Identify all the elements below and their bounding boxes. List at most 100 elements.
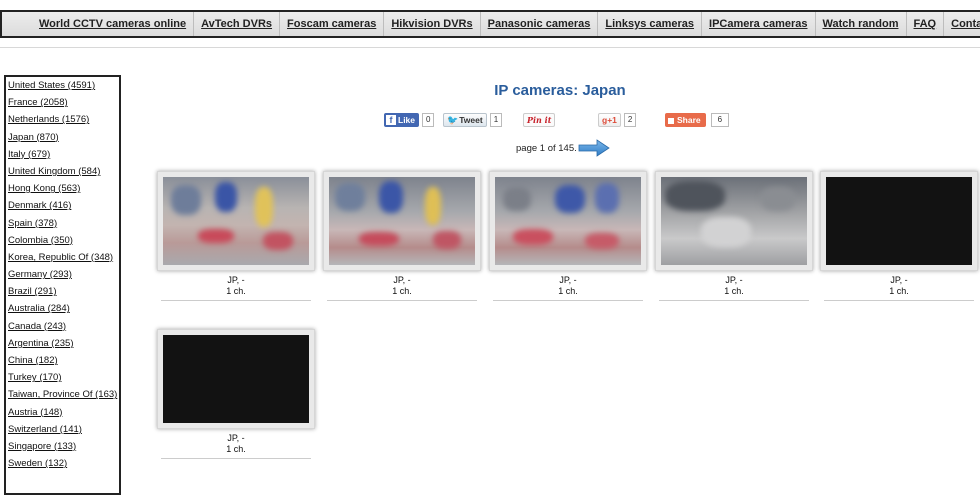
next-page-arrow-icon[interactable]	[578, 139, 610, 157]
camera-channels: 1 ch.	[226, 286, 246, 296]
caption-divider	[161, 300, 311, 301]
facebook-icon: f	[386, 115, 396, 125]
camera-thumbnail-frame[interactable]	[157, 171, 315, 271]
nav-linksys[interactable]: Linksys cameras	[598, 12, 703, 36]
country-link[interactable]: Australia (284)	[6, 300, 119, 317]
camera-thumbnail-frame[interactable]	[655, 171, 813, 271]
camera-tile[interactable]: JP, - 1 ch.	[489, 171, 647, 301]
country-link[interactable]: United States (4591)	[6, 77, 119, 94]
country-link[interactable]: Spain (378)	[6, 215, 119, 232]
camera-channels: 1 ch.	[392, 286, 412, 296]
camera-tile[interactable]: JP, - 1 ch.	[323, 171, 481, 301]
country-link[interactable]: Sweden (132)	[6, 455, 119, 472]
country-link[interactable]: Colombia (350)	[6, 232, 119, 249]
camera-thumbnail[interactable]	[826, 177, 972, 265]
twitter-icon: 🐦	[447, 115, 459, 125]
nav-hikvision[interactable]: Hikvision DVRs	[384, 12, 481, 36]
nav-faq[interactable]: FAQ	[907, 12, 945, 36]
camera-thumbnail[interactable]	[163, 177, 309, 265]
camera-caption: JP, - 1 ch.	[489, 275, 647, 297]
country-sidebar: United States (4591) France (2058) Nethe…	[4, 75, 121, 495]
camera-thumbnail-frame[interactable]	[489, 171, 647, 271]
camera-location: JP, -	[393, 275, 411, 285]
camera-thumbnail[interactable]	[661, 177, 807, 265]
share-group: Share 6	[665, 113, 730, 127]
camera-caption: JP, - 1 ch.	[323, 275, 481, 297]
camera-location: JP, -	[227, 275, 245, 285]
header-divider	[0, 47, 980, 48]
camera-caption: JP, - 1 ch.	[820, 275, 978, 297]
country-link[interactable]: Japan (870)	[6, 129, 119, 146]
pagination: page 1 of 145.	[516, 139, 610, 159]
share-label: Share	[677, 115, 701, 125]
country-link[interactable]: Switzerland (141)	[6, 421, 119, 438]
country-link[interactable]: Argentina (235)	[6, 335, 119, 352]
country-link[interactable]: France (2058)	[6, 94, 119, 111]
camera-tile[interactable]: JP, - 1 ch.	[655, 171, 813, 301]
country-link[interactable]: Turkey (170)	[6, 369, 119, 386]
camera-location: JP, -	[725, 275, 743, 285]
country-link[interactable]: Singapore (133)	[6, 438, 119, 455]
camera-caption: JP, - 1 ch.	[157, 433, 315, 455]
country-link[interactable]: Brazil (291)	[6, 283, 119, 300]
caption-divider	[824, 300, 974, 301]
google-plus-button[interactable]: g+1	[598, 113, 621, 127]
camera-caption: JP, - 1 ch.	[655, 275, 813, 297]
country-link[interactable]: United Kingdom (584)	[6, 163, 119, 180]
camera-tile[interactable]: JP, - 1 ch.	[157, 329, 315, 459]
camera-channels: 1 ch.	[724, 286, 744, 296]
camera-caption: JP, - 1 ch.	[157, 275, 315, 297]
pager-text: page 1 of 145.	[516, 143, 577, 154]
camera-location: JP, -	[890, 275, 908, 285]
camera-thumbnail[interactable]	[329, 177, 475, 265]
nav-world-cctv[interactable]: World CCTV cameras online	[32, 12, 195, 36]
country-link[interactable]: Denmark (416)	[6, 197, 119, 214]
camera-thumbnail-frame[interactable]	[157, 329, 315, 429]
tweet-count: 1	[489, 113, 503, 127]
tweet-group: 🐦Tweet 1	[443, 113, 503, 127]
camera-location: JP, -	[227, 433, 245, 443]
google-plus-group: g+1 2	[598, 113, 637, 127]
country-link[interactable]: Hong Kong (563)	[6, 180, 119, 197]
nav-foscam[interactable]: Foscam cameras	[280, 12, 385, 36]
camera-channels: 1 ch.	[558, 286, 578, 296]
country-link[interactable]: Canada (243)	[6, 318, 119, 335]
nav-panasonic[interactable]: Panasonic cameras	[481, 12, 599, 36]
camera-thumbnail[interactable]	[495, 177, 641, 265]
nav-ipcamera[interactable]: IPCamera cameras	[702, 12, 816, 36]
country-link[interactable]: Germany (293)	[6, 266, 119, 283]
page-title: IP cameras: Japan	[494, 82, 626, 99]
camera-tile[interactable]: JP, - 1 ch.	[820, 171, 978, 301]
like-label: Like	[398, 115, 416, 125]
nav-watch-random[interactable]: Watch random	[816, 12, 907, 36]
country-link[interactable]: Taiwan, Province Of (163)	[6, 386, 119, 403]
facebook-like-button[interactable]: f Like	[384, 113, 420, 127]
caption-divider	[493, 300, 643, 301]
gplus-label: +1	[607, 115, 617, 125]
country-link[interactable]: Netherlands (1576)	[6, 111, 119, 128]
country-link[interactable]: Korea, Republic Of (348)	[6, 249, 119, 266]
tweet-button[interactable]: 🐦Tweet	[443, 113, 487, 127]
pinterest-group: Pin it	[523, 113, 556, 127]
nav-avtech[interactable]: AvTech DVRs	[194, 12, 281, 36]
nav-contacts[interactable]: Contacts	[944, 12, 980, 36]
facebook-like-group: f Like 0	[384, 113, 435, 127]
camera-thumbnail[interactable]	[163, 335, 309, 423]
country-link[interactable]: Austria (148)	[6, 404, 119, 421]
country-link[interactable]: Italy (679)	[6, 146, 119, 163]
camera-thumbnail-frame[interactable]	[820, 171, 978, 271]
nav-list: World CCTV cameras online AvTech DVRs Fo…	[32, 12, 980, 36]
tweet-label: Tweet	[459, 115, 483, 125]
share-icon	[668, 117, 674, 124]
top-navigation: World CCTV cameras online AvTech DVRs Fo…	[0, 10, 980, 38]
camera-location: JP, -	[559, 275, 577, 285]
share-button[interactable]: Share	[665, 113, 706, 127]
pin-label: Pin it	[527, 115, 552, 125]
caption-divider	[659, 300, 809, 301]
caption-divider	[327, 300, 477, 301]
camera-tile[interactable]: JP, - 1 ch.	[157, 171, 315, 301]
camera-thumbnail-frame[interactable]	[323, 171, 481, 271]
camera-channels: 1 ch.	[889, 286, 909, 296]
pin-it-button[interactable]: Pin it	[523, 113, 556, 127]
country-link[interactable]: China (182)	[6, 352, 119, 369]
